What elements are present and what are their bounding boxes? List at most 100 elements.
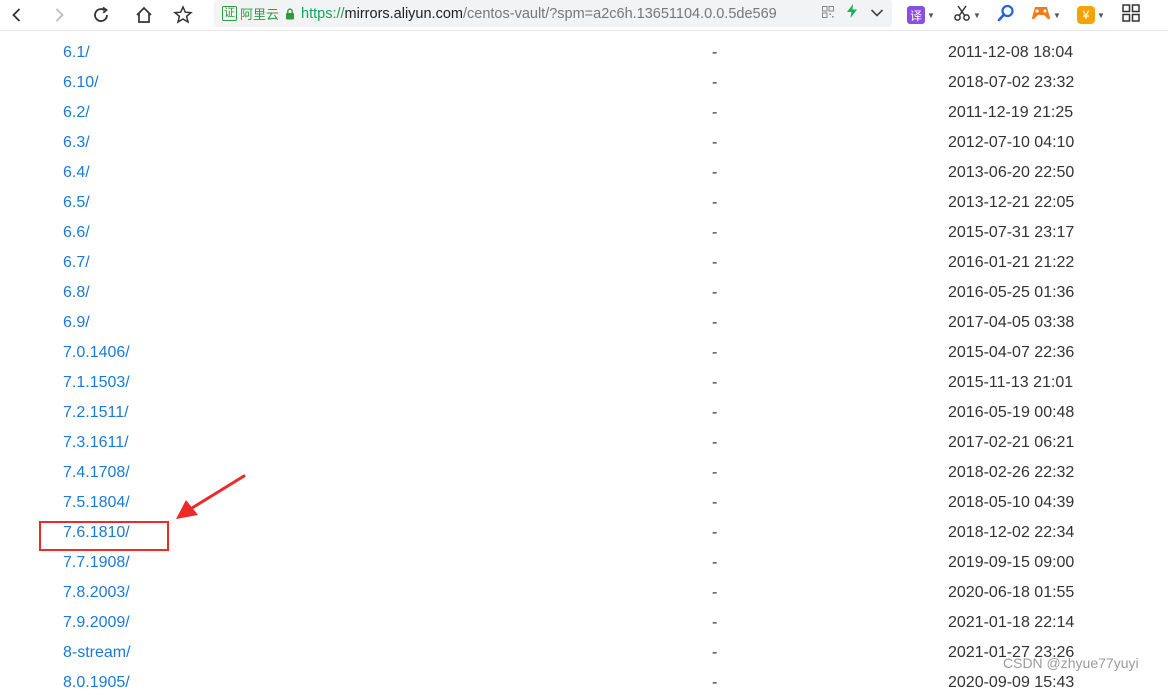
directory-link[interactable]: 7.2.1511/ (63, 403, 129, 423)
apps-menu[interactable] (1122, 3, 1140, 27)
directory-link[interactable]: 7.4.1708/ (63, 463, 130, 483)
size-cell: - (712, 674, 718, 691)
watermark: CSDN @zhyue77yuyi (1003, 655, 1139, 671)
caret-down-icon: ▼ (973, 10, 981, 20)
table-row: 6.6/ - 2015-07-31 23:17 (0, 218, 1168, 248)
date-cell: 2021-01-18 22:14 (948, 614, 1075, 631)
home-icon[interactable] (131, 2, 157, 28)
size-cell: - (712, 524, 718, 541)
cert-badge-box: 证 (222, 6, 237, 21)
table-row: 6.1/ - 2011-12-08 18:04 (0, 38, 1168, 68)
date-cell: 2015-11-13 21:01 (948, 374, 1074, 391)
reload-icon[interactable] (88, 2, 114, 28)
table-row: 6.5/ - 2013-12-21 22:05 (0, 188, 1168, 218)
table-row: 7.9.2009/ - 2021-01-18 22:14 (0, 608, 1168, 638)
directory-link[interactable]: 7.7.1908/ (63, 553, 130, 573)
table-row: 6.4/ - 2013-06-20 22:50 (0, 158, 1168, 188)
directory-link[interactable]: 7.3.1611/ (63, 433, 129, 453)
back-icon[interactable] (4, 2, 30, 28)
directory-link[interactable]: 6.8/ (63, 283, 90, 303)
date-cell: 2016-05-19 00:48 (948, 404, 1075, 421)
size-cell: - (712, 314, 718, 331)
directory-link[interactable]: 6.7/ (63, 253, 90, 273)
translate-extension[interactable]: 译 ▼ (907, 3, 935, 27)
directory-link[interactable]: 7.5.1804/ (63, 493, 130, 513)
date-cell: 2018-07-02 23:32 (948, 74, 1075, 91)
date-cell: 2016-05-25 01:36 (948, 284, 1075, 301)
table-row: 7.2.1511/ - 2016-05-19 00:48 (0, 398, 1168, 428)
directory-link[interactable]: 8-stream/ (63, 643, 131, 663)
date-cell: 2018-05-10 04:39 (948, 494, 1075, 511)
size-cell: - (712, 374, 718, 391)
cert-label: 阿里云 (240, 7, 280, 22)
address-bar[interactable]: 证 阿里云 https://mirrors.aliyun.com/centos-… (214, 0, 892, 27)
certificate-badge[interactable]: 证 阿里云 (222, 5, 279, 23)
directory-link[interactable]: 8.0.1905/ (63, 673, 130, 693)
date-cell: 2020-09-09 15:43 (948, 674, 1075, 691)
bolt-icon[interactable] (846, 4, 858, 23)
size-cell: - (712, 164, 718, 181)
date-cell: 2017-04-05 03:38 (948, 314, 1075, 331)
table-row: 6.10/ - 2018-07-02 23:32 (0, 68, 1168, 98)
directory-link[interactable]: 6.10/ (63, 73, 99, 93)
directory-link[interactable]: 7.1.1503/ (63, 373, 130, 393)
translate-badge: 译 (907, 6, 925, 24)
lock-icon (285, 7, 295, 20)
size-cell: - (712, 464, 718, 481)
chevron-down-icon[interactable] (870, 5, 884, 23)
forward-icon[interactable] (46, 2, 72, 28)
directory-link[interactable]: 6.6/ (63, 223, 90, 243)
highlight-box (39, 521, 169, 551)
date-cell: 2016-01-21 21:22 (948, 254, 1075, 271)
size-cell: - (712, 404, 718, 421)
wallet-extension[interactable]: ¥ ▼ (1077, 3, 1105, 27)
directory-link[interactable]: 7.8.2003/ (63, 583, 130, 603)
date-cell: 2015-07-31 23:17 (948, 224, 1075, 241)
directory-link[interactable]: 6.2/ (63, 103, 90, 123)
game-icon (1031, 5, 1051, 26)
table-row: 8.0.1905/ - 2020-09-09 15:43 (0, 668, 1168, 698)
size-cell: - (712, 224, 718, 241)
directory-listing: 6.1/ - 2011-12-08 18:04 6.10/ - 2018-07-02 23… (0, 38, 1168, 698)
annotation-arrow (176, 474, 246, 519)
directory-link[interactable]: 6.9/ (63, 313, 90, 333)
table-row: 6.2/ - 2011-12-19 21:25 (0, 98, 1168, 128)
qr-icon[interactable] (822, 5, 834, 23)
date-cell: 2017-02-21 06:21 (948, 434, 1075, 451)
date-cell: 2020-06-18 01:55 (948, 584, 1075, 601)
size-cell: - (712, 344, 718, 361)
address-bar-actions (822, 4, 884, 23)
star-icon[interactable] (170, 2, 196, 28)
date-cell: 2013-12-21 22:05 (948, 194, 1075, 211)
table-row: 7.0.1406/ - 2015-04-07 22:36 (0, 338, 1168, 368)
grid-icon (1122, 3, 1140, 27)
date-cell: 2018-02-26 22:32 (948, 464, 1075, 481)
date-cell: 2015-04-07 22:36 (948, 344, 1075, 361)
size-cell: - (712, 194, 718, 211)
size-cell: - (712, 284, 718, 301)
date-cell: 2011-12-19 21:25 (948, 104, 1074, 121)
size-cell: - (712, 104, 718, 121)
size-cell: - (712, 614, 718, 631)
money-badge: ¥ (1077, 6, 1095, 24)
table-row: 7.7.1908/ - 2019-09-15 09:00 (0, 548, 1168, 578)
size-cell: - (712, 44, 718, 61)
directory-link[interactable]: 6.1/ (63, 43, 90, 63)
table-row: 6.8/ - 2016-05-25 01:36 (0, 278, 1168, 308)
table-row: 7.8.2003/ - 2020-06-18 01:55 (0, 578, 1168, 608)
search-extension[interactable] (997, 3, 1015, 27)
table-row: 7.3.1611/ - 2017-02-21 06:21 (0, 428, 1168, 458)
directory-link[interactable]: 6.4/ (63, 163, 90, 183)
directory-link[interactable]: 7.0.1406/ (63, 343, 130, 363)
scissors-icon (953, 4, 971, 27)
browser-toolbar: 证 阿里云 https://mirrors.aliyun.com/centos-… (0, 0, 1168, 31)
date-cell: 2019-09-15 09:00 (948, 554, 1075, 571)
directory-link[interactable]: 6.5/ (63, 193, 90, 213)
game-extension[interactable]: ▼ (1031, 3, 1061, 27)
directory-link[interactable]: 7.9.2009/ (63, 613, 130, 633)
table-row: 6.9/ - 2017-04-05 03:38 (0, 308, 1168, 338)
size-cell: - (712, 494, 718, 511)
size-cell: - (712, 74, 718, 91)
directory-link[interactable]: 6.3/ (63, 133, 90, 153)
screenshot-extension[interactable]: ▼ (953, 3, 981, 27)
